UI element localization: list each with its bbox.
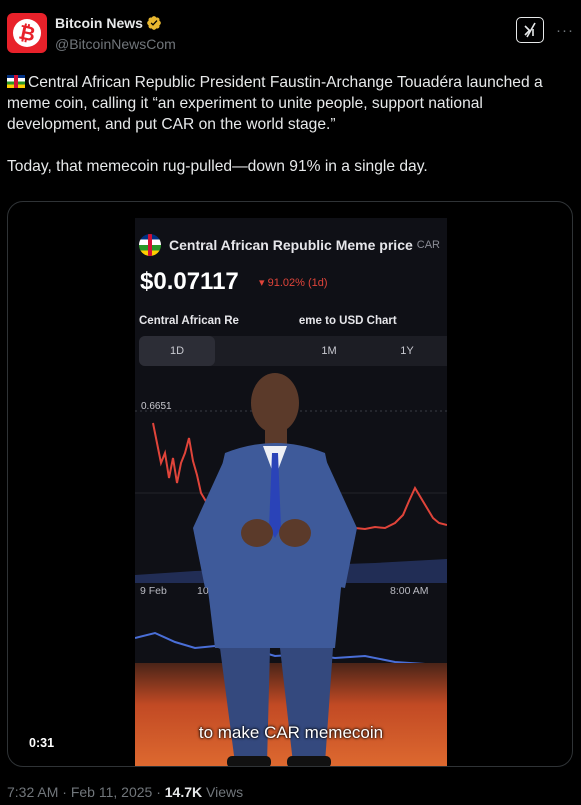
views-label: Views: [206, 784, 244, 800]
tweet-paragraph-2: Today, that memecoin rug-pulled—down 91%…: [7, 158, 428, 175]
tweet-text-1: Central African Republic President Faust…: [7, 74, 543, 133]
screen-ref-value: 0.6651: [141, 401, 172, 412]
car-coin-icon: [139, 234, 161, 256]
tweet-time[interactable]: 7:32 AM: [7, 784, 58, 800]
video-caption: to make CAR memecoin: [198, 723, 384, 742]
views-count: 14.7K: [164, 784, 203, 800]
screen-chart-title-end: eme to USD Chart: [298, 315, 397, 327]
speaker-figure: [193, 373, 357, 766]
car-flag-icon: [7, 75, 25, 88]
verified-badge-icon: [147, 16, 161, 30]
author-name[interactable]: Bitcoin News: [55, 15, 143, 31]
video-duration: 0:31: [24, 734, 60, 752]
screen-chart-title: Central African Re eme to USD Chart: [139, 315, 397, 327]
author-name-row[interactable]: Bitcoin News: [55, 15, 162, 31]
screen-title-suffix: CAR: [416, 239, 441, 251]
screen-price-change: ▾ 91.02% (1d): [259, 277, 328, 289]
screen-xlabel-1: 9 Feb: [140, 585, 167, 597]
video-player[interactable]: Central African Republic Meme price CAR …: [7, 201, 573, 767]
meta-separator: ·: [62, 784, 71, 800]
video-frame[interactable]: Central African Republic Meme price CAR …: [135, 218, 447, 766]
author-avatar[interactable]: ₿: [7, 13, 47, 53]
author-handle[interactable]: @BitcoinNewsCom: [55, 36, 176, 52]
screen-title: Central African Republic Meme price: [169, 237, 413, 253]
more-options-button[interactable]: ···: [556, 22, 574, 39]
meta-separator: ·: [156, 784, 165, 800]
tweet-paragraph-1: Central African Republic President Faust…: [7, 72, 577, 135]
screen-header: Central African Republic Meme price CAR: [139, 232, 447, 258]
grok-slash-icon[interactable]: [516, 17, 544, 43]
bitcoin-logo-icon: ₿: [13, 19, 41, 47]
screen-tf-1y: 1Y: [400, 345, 414, 357]
screen-price: $0.07117: [140, 268, 239, 295]
tweet-date[interactable]: Feb 11, 2025: [71, 784, 152, 800]
tweet-body: Central African Republic President Faust…: [7, 72, 577, 177]
grok-glyph: [524, 22, 536, 38]
screen-xlabel-3: 8:00 AM: [390, 585, 429, 597]
screen-chart-title-start: Central African Re: [139, 315, 239, 327]
tweet-meta: 7:32 AM · Feb 11, 2025 · 14.7K Views: [7, 784, 243, 800]
